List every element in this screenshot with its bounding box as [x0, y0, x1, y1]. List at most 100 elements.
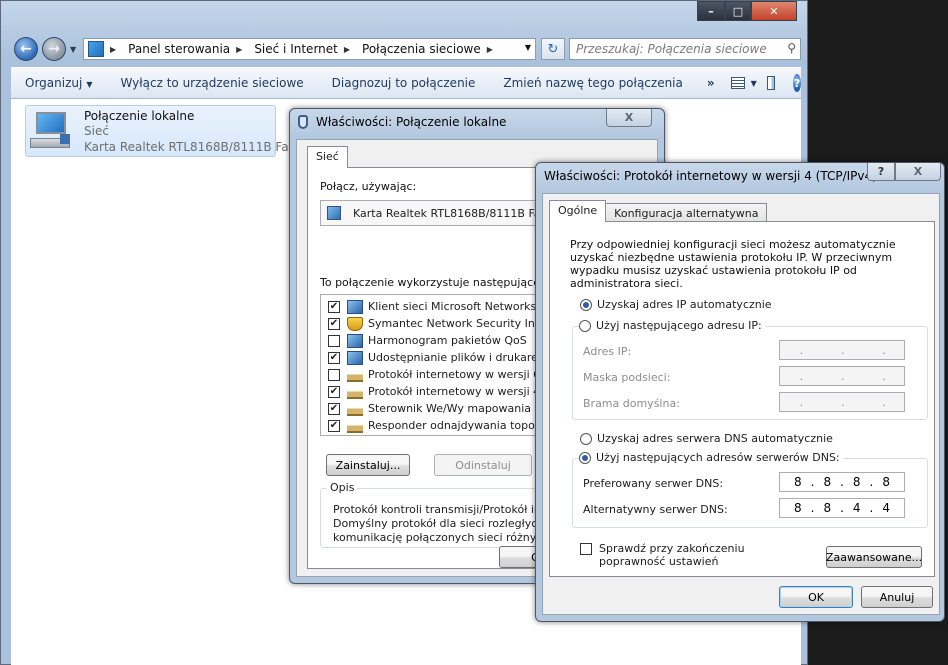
components-label: To połączenie wykorzystuje następujące s…: [320, 276, 566, 289]
forward-button[interactable]: →: [42, 37, 66, 61]
component-label: Klient sieci Microsoft Networks: [368, 300, 537, 313]
protocol-icon: [347, 367, 363, 382]
ip-address-input[interactable]: ...: [779, 340, 905, 360]
address-bar[interactable]: ▶ Panel sterowania ▶ Sieć i Internet ▶ P…: [83, 38, 536, 60]
dns-manual-option[interactable]: Użyj następujących adresów serwerów DNS:: [579, 451, 843, 464]
breadcrumb-root[interactable]: ▶: [110, 45, 122, 54]
cancel-button[interactable]: Anuluj: [861, 586, 933, 608]
ipv4-properties-dialog: Właściwości: Protokół internetowy w wers…: [535, 162, 945, 622]
ip-octet: 8: [852, 475, 861, 489]
validate-checkbox[interactable]: [580, 543, 592, 555]
advanced-button[interactable]: Zaawansowane...: [826, 546, 922, 568]
validate-label: Sprawdź przy zakończeniu poprawność usta…: [599, 542, 745, 568]
chevron-down-icon: ▼: [86, 80, 93, 89]
minimize-button[interactable]: –: [697, 1, 725, 21]
ip-manual-radio[interactable]: [579, 319, 591, 332]
default-gateway-input[interactable]: ...: [779, 392, 905, 412]
subnet-mask-label: Maska podsieci:: [583, 371, 671, 384]
component-checkbox[interactable]: ✔: [328, 300, 340, 313]
refresh-icon: ↻: [547, 41, 559, 57]
refresh-button[interactable]: ↻: [541, 38, 565, 60]
change-view-button[interactable]: ▼: [730, 74, 757, 92]
ip-address-label: Adres IP:: [583, 345, 632, 358]
uninstall-button[interactable]: Odinstaluj: [434, 454, 532, 476]
breadcrumb-network-connections[interactable]: Połączenia sieciowe: [362, 42, 481, 56]
client-icon: [347, 299, 363, 314]
subnet-mask-input[interactable]: ...: [779, 366, 905, 386]
component-checkbox[interactable]: ✔: [328, 402, 340, 415]
alternate-dns-input[interactable]: 8. 8. 4. 4: [779, 498, 905, 518]
network-plug-icon: [298, 115, 308, 129]
dialog-title-text: Właściwości: Protokół internetowy w wers…: [544, 169, 877, 183]
ip-auto-radio[interactable]: [580, 298, 592, 311]
dialog-title: Właściwości: Protokół internetowy w wers…: [544, 169, 877, 183]
ip-auto-option[interactable]: Uzyskaj adres IP automatycznie: [580, 298, 772, 311]
ip-octet: 4: [882, 501, 890, 515]
protocol-icon: [347, 401, 363, 416]
ip-manual-label: Użyj następującego adresu IP:: [596, 319, 762, 332]
search-placeholder: Przeszukaj: Połączenia sieciowe: [576, 42, 767, 56]
search-icon[interactable]: ⚲: [787, 41, 796, 55]
address-dropdown-icon[interactable]: ▼: [525, 43, 531, 52]
organize-button[interactable]: Organizuj ▼: [11, 76, 106, 90]
close-button[interactable]: ✕: [751, 1, 797, 21]
alternate-dns-label: Alternatywny serwer DNS:: [583, 503, 728, 516]
component-checkbox[interactable]: ✔: [328, 351, 340, 364]
back-button[interactable]: ←: [14, 37, 38, 61]
validate-option[interactable]: Sprawdź przy zakończeniu poprawność usta…: [580, 542, 800, 568]
breadcrumb-separator[interactable]: ▶: [487, 45, 499, 54]
more-commands-button[interactable]: »: [697, 76, 725, 90]
rename-button[interactable]: Zmień nazwę tego połączenia: [489, 76, 696, 90]
breadcrumb-network-internet[interactable]: Sieć i Internet: [254, 42, 338, 56]
install-button[interactable]: Zainstaluj...: [326, 454, 410, 476]
component-checkbox[interactable]: ✔: [328, 317, 340, 330]
ip-octet: 4: [852, 501, 861, 515]
ip-manual-option[interactable]: Użyj następującego adresu IP:: [579, 319, 765, 332]
dialog-body: Ogólne Konfiguracja alternatywna Przy od…: [542, 193, 940, 615]
dns-manual-radio[interactable]: [579, 451, 591, 464]
ok-button[interactable]: OK: [779, 586, 853, 608]
dialog-help-button[interactable]: ?: [867, 163, 895, 181]
component-checkbox[interactable]: [328, 368, 340, 381]
history-dropdown-icon[interactable]: ▼: [70, 45, 76, 54]
dialog-close-button[interactable]: X: [606, 109, 652, 127]
tab-network[interactable]: Sieć: [307, 146, 348, 168]
breadcrumb-label: Sieć i Internet: [254, 42, 338, 56]
address-row: ← → ▼ ▶ Panel sterowania ▶ Sieć i Intern…: [11, 35, 801, 63]
diagnose-button[interactable]: Diagnozuj to połączenie: [318, 76, 490, 90]
help-icon: ?: [793, 76, 801, 90]
dns-auto-label: Uzyskaj adres serwera DNS automatycznie: [597, 432, 833, 445]
dns-auto-radio[interactable]: [580, 432, 592, 445]
client-icon: [347, 350, 363, 365]
breadcrumb-control-panel[interactable]: Panel sterowania: [128, 42, 230, 56]
breadcrumb-separator-icon: ▶: [343, 44, 351, 54]
breadcrumb-separator[interactable]: ▶: [344, 45, 356, 54]
close-icon: X: [624, 111, 634, 124]
protocol-icon: [347, 418, 363, 433]
tab-alternate-config[interactable]: Konfiguracja alternatywna: [605, 203, 768, 222]
breadcrumb-separator-icon: ▶: [486, 44, 493, 54]
search-input[interactable]: Przeszukaj: Połączenia sieciowe ⚲: [569, 38, 801, 60]
command-bar: Organizuj ▼ Wyłącz to urządzenie sieciowe…: [11, 67, 801, 99]
preview-pane-button[interactable]: [766, 76, 776, 90]
breadcrumb-label: Panel sterowania: [128, 42, 231, 56]
connection-item-local[interactable]: Połączenie lokalne Sieć Karta Realtek RT…: [25, 105, 300, 157]
dialog-close-button[interactable]: X: [895, 163, 941, 181]
dns-auto-option[interactable]: Uzyskaj adres serwera DNS automatycznie: [580, 432, 833, 445]
disable-device-button[interactable]: Wyłącz to urządzenie sieciowe: [106, 76, 317, 90]
component-checkbox[interactable]: ✔: [328, 385, 340, 398]
preferred-dns-input[interactable]: 8. 8. 8. 8: [779, 472, 905, 492]
default-gateway-label: Brama domyślna:: [583, 397, 680, 410]
component-checkbox[interactable]: [328, 334, 340, 347]
details-view-icon: [730, 77, 745, 89]
maximize-button[interactable]: □: [725, 1, 751, 21]
shield-icon: [347, 316, 363, 331]
window-caption-buttons: – □ ✕: [697, 1, 797, 21]
adapter-name: Karta Realtek RTL8168B/8111B Family: [353, 206, 564, 220]
tab-general[interactable]: Ogólne: [549, 200, 607, 222]
component-checkbox[interactable]: ✔: [328, 419, 340, 432]
breadcrumb-separator[interactable]: ▶: [236, 45, 248, 54]
breadcrumb-separator-icon: ▶: [236, 44, 243, 54]
component-label: Harmonogram pakietów QoS: [368, 334, 527, 347]
help-button[interactable]: ?: [793, 74, 801, 92]
